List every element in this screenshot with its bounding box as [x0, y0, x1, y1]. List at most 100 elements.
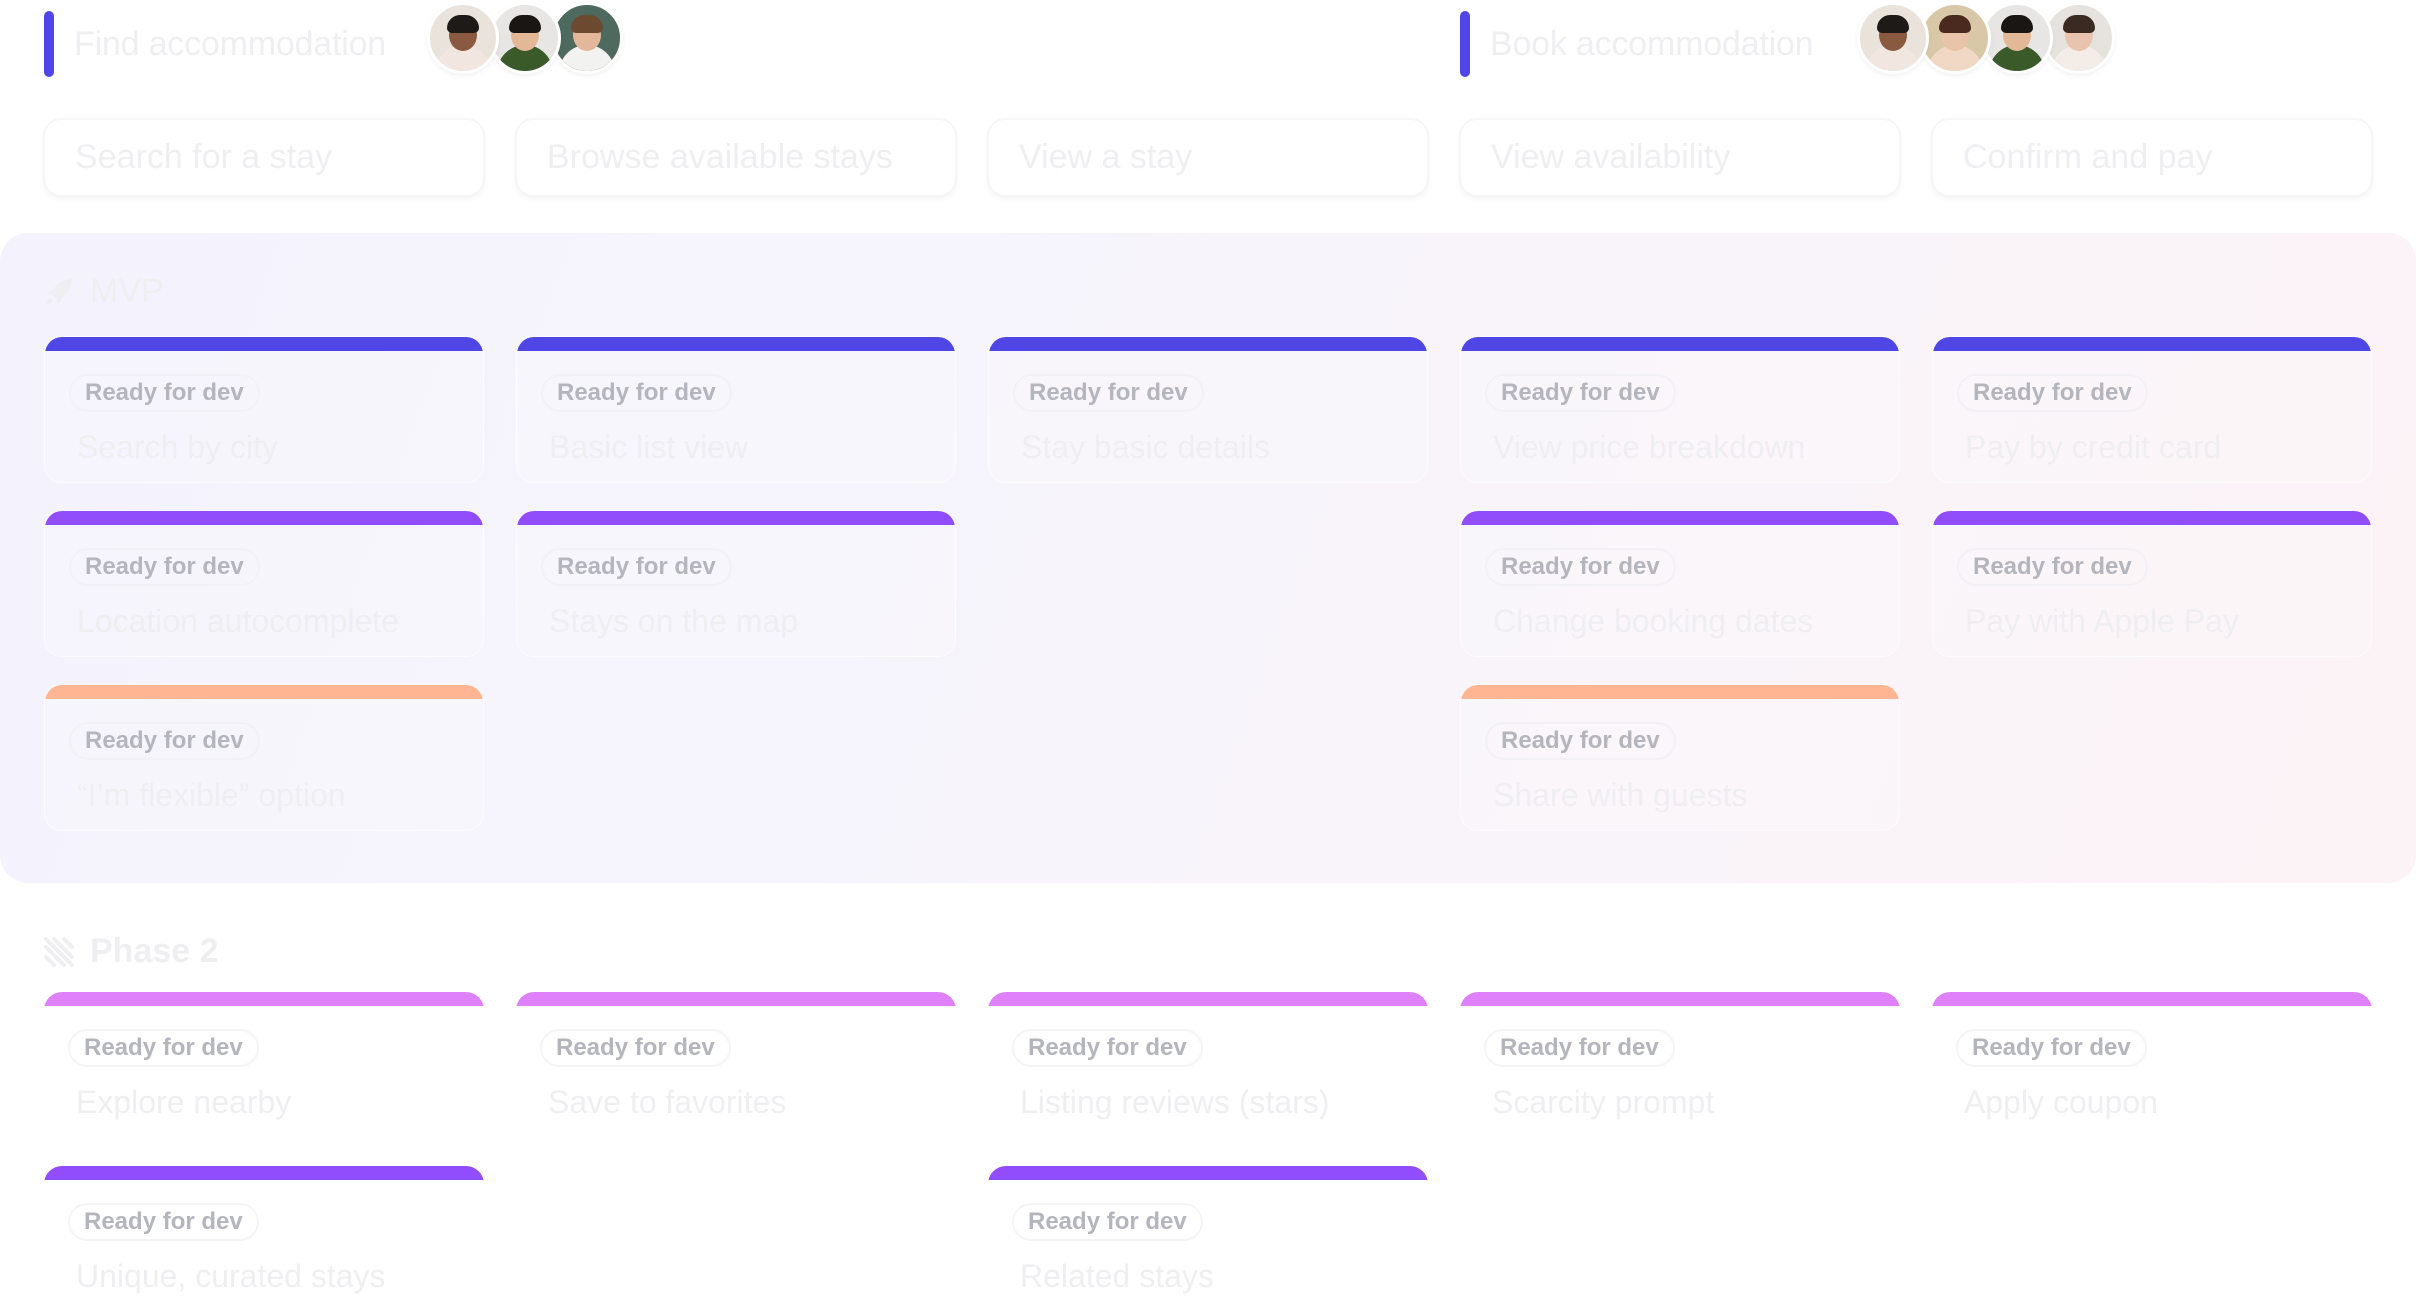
story-card[interactable]: Ready for dev Listing reviews (stars) [988, 992, 1428, 1139]
avatar-hair [2063, 15, 2095, 33]
story-card[interactable]: Ready for dev Stay basic details [988, 336, 1428, 483]
activity-title: Find accommodation [74, 24, 386, 63]
card-title: Share with guests [1493, 777, 1748, 813]
story-card[interactable]: Ready for dev Scarcity prompt [1460, 992, 1900, 1139]
status-badge: Ready for dev [1957, 374, 2148, 412]
step-card[interactable]: View availability [1459, 118, 1901, 197]
story-card[interactable]: Ready for dev Pay with Apple Pay [1932, 510, 2372, 657]
card-title: Save to favorites [548, 1084, 787, 1120]
status-badge: Ready for dev [541, 548, 732, 586]
card-color-bar [1460, 992, 1900, 1006]
avatar-woman-bun[interactable] [1919, 2, 1991, 74]
activity-assignees[interactable] [1857, 2, 2115, 74]
card-title: Stays on the map [549, 603, 799, 639]
card-color-bar [44, 992, 484, 1006]
story-card[interactable]: Ready for dev Search by city [44, 336, 484, 483]
story-card[interactable]: Ready for dev Basic list view [516, 336, 956, 483]
release-header-mvp[interactable]: MVP [44, 272, 164, 311]
status-badge: Ready for dev [1485, 722, 1676, 760]
card-title: Stay basic details [1021, 429, 1271, 465]
card-title: Pay with Apple Pay [1965, 603, 2239, 639]
status-badge: Ready for dev [1012, 1203, 1203, 1241]
card-title: Change booking dates [1493, 603, 1814, 639]
status-badge: Ready for dev [1485, 548, 1676, 586]
card-color-bar [1461, 337, 1899, 351]
status-badge: Ready for dev [68, 1203, 259, 1241]
status-badge: Ready for dev [69, 548, 260, 586]
status-badge: Ready for dev [540, 1029, 731, 1067]
card-title: Location autocomplete [77, 603, 399, 639]
card-title: Explore nearby [76, 1084, 292, 1120]
step-title: Search for a stay [75, 138, 333, 176]
status-badge: Ready for dev [69, 722, 260, 760]
story-card[interactable]: Ready for dev Share with guests [1460, 684, 1900, 831]
step-card[interactable]: Browse available stays [515, 118, 957, 197]
status-badge: Ready for dev [1957, 548, 2148, 586]
card-title: “I’m flexible” option [77, 777, 346, 813]
card-color-bar [988, 1166, 1428, 1180]
card-color-bar [988, 992, 1428, 1006]
avatar-hair [2001, 15, 2033, 33]
story-card[interactable]: Ready for dev “I’m flexible” option [44, 684, 484, 831]
avatar-woman-red-flower[interactable] [2043, 2, 2115, 74]
status-badge: Ready for dev [1013, 374, 1204, 412]
card-color-bar [44, 1166, 484, 1180]
avatar-hair [1939, 15, 1971, 33]
card-title: Unique, curated stays [76, 1258, 386, 1294]
step-card[interactable]: Search for a stay [43, 118, 485, 197]
step-title: View a stay [1019, 138, 1193, 176]
story-card[interactable]: Ready for dev Save to favorites [516, 992, 956, 1139]
activity-find-accommodation[interactable]: Find accommodation [44, 0, 386, 88]
card-color-bar [1933, 337, 2371, 351]
activity-accent-bar [1460, 11, 1470, 77]
story-card[interactable]: Ready for dev Change booking dates [1460, 510, 1900, 657]
step-card[interactable]: Confirm and pay [1931, 118, 2373, 197]
activity-book-accommodation[interactable]: Book accommodation [1460, 0, 1814, 88]
story-card[interactable]: Ready for dev Location autocomplete [44, 510, 484, 657]
card-color-bar [1933, 511, 2371, 525]
card-color-bar [517, 337, 955, 351]
avatar-woman-glasses[interactable] [1981, 2, 2053, 74]
story-card[interactable]: Ready for dev Related stays [988, 1166, 1428, 1313]
status-badge: Ready for dev [68, 1029, 259, 1067]
avatar-hair [1877, 15, 1909, 33]
card-color-bar [1461, 685, 1899, 699]
avatar-hair [447, 15, 479, 33]
card-color-bar [517, 511, 955, 525]
release-title: Phase 2 [90, 932, 219, 970]
story-card[interactable]: Ready for dev Unique, curated stays [44, 1166, 484, 1313]
avatar-man-glasses-beard[interactable] [427, 2, 499, 74]
status-badge: Ready for dev [1485, 374, 1676, 412]
activity-title: Book accommodation [1490, 24, 1814, 63]
avatar-hair [571, 15, 603, 33]
card-title: Basic list view [549, 429, 749, 465]
avatar-man-glasses-beard[interactable] [1857, 2, 1929, 74]
story-card[interactable]: Ready for dev Apply coupon [1932, 992, 2372, 1139]
story-card[interactable]: Ready for dev Pay by credit card [1932, 336, 2372, 483]
diagonal-lines-icon [44, 936, 74, 967]
card-title: Listing reviews (stars) [1020, 1084, 1330, 1120]
step-title: View availability [1491, 138, 1731, 176]
step-card[interactable]: View a stay [987, 118, 1429, 197]
avatar-woman-glasses[interactable] [489, 2, 561, 74]
avatar-young-man[interactable] [551, 2, 623, 74]
release-header-phase-2[interactable]: Phase 2 [44, 932, 219, 971]
status-badge: Ready for dev [1484, 1029, 1675, 1067]
card-title: Related stays [1020, 1258, 1214, 1294]
story-card[interactable]: Ready for dev Explore nearby [44, 992, 484, 1139]
card-title: Pay by credit card [1965, 429, 2222, 465]
step-title: Confirm and pay [1963, 138, 2213, 176]
card-color-bar [989, 337, 1427, 351]
card-color-bar [45, 685, 483, 699]
card-title: Apply coupon [1964, 1084, 2158, 1120]
release-title: MVP [90, 272, 164, 310]
status-badge: Ready for dev [1012, 1029, 1203, 1067]
activity-assignees[interactable] [427, 2, 623, 74]
activity-accent-bar [44, 11, 54, 77]
step-title: Browse available stays [547, 138, 893, 176]
rocket-icon [46, 278, 72, 305]
story-card[interactable]: Ready for dev View price breakdown [1460, 336, 1900, 483]
story-card[interactable]: Ready for dev Stays on the map [516, 510, 956, 657]
card-color-bar [45, 511, 483, 525]
card-title: Search by city [77, 429, 278, 465]
